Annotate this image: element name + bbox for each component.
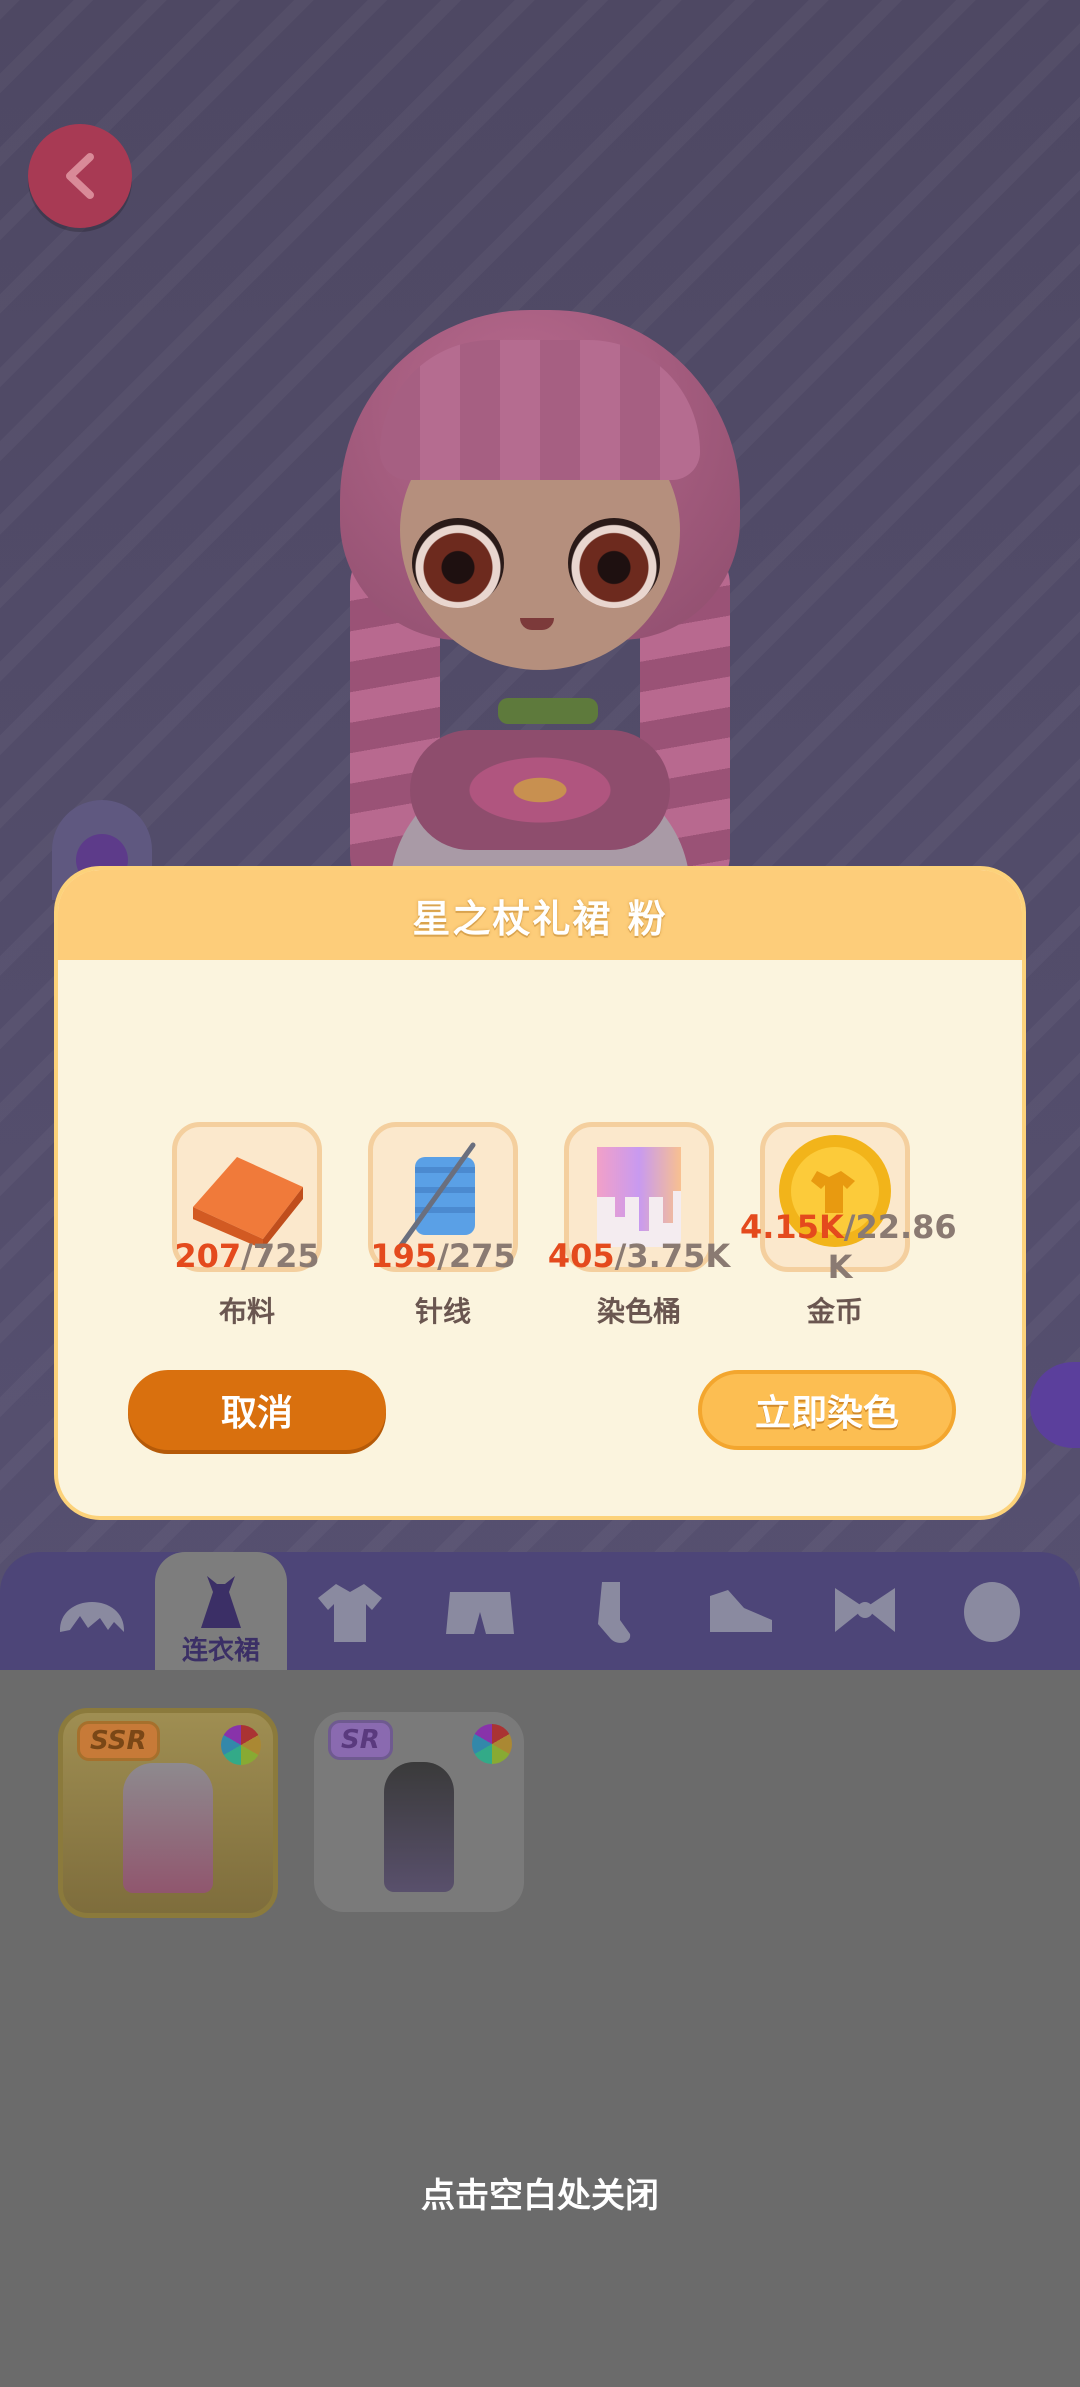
face-icon bbox=[964, 1582, 1020, 1642]
tab-hair[interactable] bbox=[52, 1572, 132, 1652]
resource-name: 针线 bbox=[414, 1295, 471, 1328]
tab-socks[interactable] bbox=[570, 1572, 650, 1652]
resource-count: 405/3.75K bbox=[547, 1237, 731, 1275]
side-button[interactable] bbox=[1030, 1362, 1080, 1448]
close-hint[interactable]: 点击空白处关闭 bbox=[0, 2168, 1080, 2217]
tab-shoes[interactable] bbox=[700, 1572, 780, 1652]
color-wheel-icon bbox=[472, 1724, 512, 1764]
dye-dialog: 星之杖礼裙 粉 207/725 布料 195/275 针线 405/3.75K … bbox=[54, 866, 1026, 1520]
item-card-ssr[interactable]: SSR bbox=[58, 1708, 278, 1918]
outfit-thumbnail bbox=[384, 1762, 454, 1892]
sock-icon bbox=[598, 1582, 631, 1643]
color-wheel-icon bbox=[221, 1725, 261, 1765]
bangs bbox=[380, 340, 700, 480]
back-button[interactable] bbox=[28, 124, 132, 228]
chevron-left-icon bbox=[66, 153, 94, 199]
resource-name: 布料 bbox=[218, 1295, 275, 1328]
dye-now-button[interactable]: 立即染色 bbox=[698, 1370, 956, 1450]
resource-gold: 4.15K/22.86 K 金币 bbox=[740, 1122, 957, 1342]
tab-accessory[interactable] bbox=[825, 1572, 905, 1652]
dialog-header: 星之杖礼裙 粉 bbox=[58, 870, 1022, 960]
dialog-title: 星之杖礼裙 粉 bbox=[412, 896, 668, 941]
item-card-sr[interactable]: SR bbox=[314, 1712, 524, 1912]
character-avatar bbox=[330, 300, 750, 930]
cancel-button[interactable]: 取消 bbox=[128, 1370, 386, 1450]
shorts-icon bbox=[446, 1592, 514, 1634]
bow-icon bbox=[835, 1588, 895, 1632]
resource-name: 金币 bbox=[806, 1295, 863, 1328]
left-eye bbox=[412, 518, 504, 608]
rarity-badge: SR bbox=[328, 1720, 393, 1760]
tab-dress-label: 连衣裙 bbox=[181, 1636, 260, 1666]
hair-icon bbox=[59, 1602, 125, 1632]
right-eye bbox=[568, 518, 660, 608]
resource-name: 染色桶 bbox=[596, 1295, 681, 1328]
rarity-badge: SSR bbox=[77, 1721, 160, 1761]
shirt-icon bbox=[318, 1584, 382, 1642]
chest-bow bbox=[410, 730, 670, 850]
choker bbox=[498, 698, 598, 724]
tab-face[interactable] bbox=[952, 1572, 1032, 1652]
resource-count: 4.15K/22.86 K bbox=[740, 1208, 957, 1286]
tab-shorts[interactable] bbox=[440, 1572, 520, 1652]
outfit-thumbnail bbox=[123, 1763, 213, 1893]
shoe-icon bbox=[710, 1590, 772, 1632]
tab-shirt[interactable] bbox=[310, 1572, 390, 1652]
